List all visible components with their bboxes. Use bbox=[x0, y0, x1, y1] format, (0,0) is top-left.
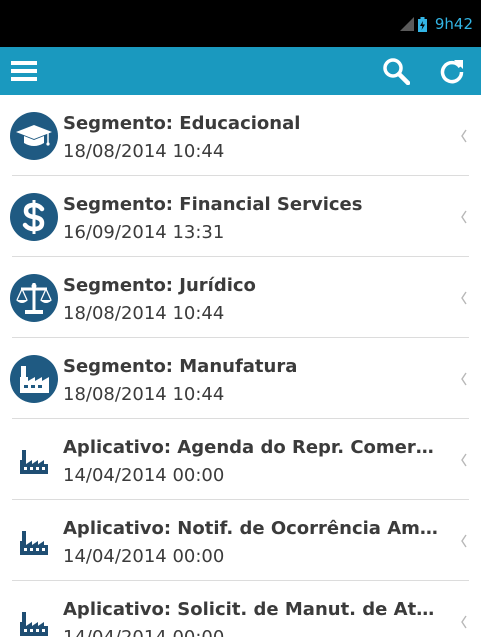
scales-icon bbox=[10, 274, 58, 322]
factory-icon bbox=[10, 355, 58, 403]
battery-icon bbox=[417, 16, 427, 32]
chevron-left-icon bbox=[461, 210, 467, 224]
chevron-left-icon bbox=[461, 129, 467, 143]
chevron-left-icon bbox=[461, 372, 467, 386]
status-icons: 9h42 bbox=[399, 14, 473, 34]
item-date: 14/04/2014 00:00 bbox=[63, 465, 225, 486]
signal-icon bbox=[399, 17, 414, 31]
dollar-icon bbox=[10, 193, 58, 241]
refresh-button[interactable] bbox=[428, 47, 476, 95]
item-date: 18/08/2014 10:44 bbox=[63, 303, 225, 324]
item-title: Segmento: Financial Services bbox=[63, 194, 363, 215]
item-date: 14/04/2014 00:00 bbox=[63, 627, 224, 637]
item-date: 16/09/2014 13:31 bbox=[63, 222, 225, 243]
search-icon bbox=[383, 58, 410, 85]
list-item[interactable]: Aplicativo: Solicit. de Manut. de Ativos… bbox=[0, 581, 481, 637]
menu-icon bbox=[11, 61, 37, 81]
item-date: 18/08/2014 10:44 bbox=[63, 141, 225, 162]
chevron-left-icon bbox=[461, 453, 467, 467]
list-item[interactable]: Segmento: Educacional 18/08/2014 10:44 bbox=[0, 95, 481, 176]
item-title: Segmento: Educacional bbox=[63, 113, 301, 134]
item-title: Segmento: Jurídico bbox=[63, 275, 256, 296]
chevron-left-icon bbox=[461, 291, 467, 305]
item-title: Aplicativo: Notif. de Ocorrência Ambien… bbox=[63, 518, 438, 539]
chevron-left-icon bbox=[461, 534, 467, 548]
status-bar: 9h42 bbox=[0, 0, 481, 47]
factory-icon bbox=[20, 531, 48, 555]
list-item[interactable]: Segmento: Financial Services 16/09/2014 … bbox=[0, 176, 481, 257]
item-title: Segmento: Manufatura bbox=[63, 356, 298, 377]
status-time: 9h42 bbox=[434, 15, 473, 33]
list-item[interactable]: Aplicativo: Agenda do Repr. Comercial 14… bbox=[0, 419, 481, 500]
item-date: 14/04/2014 00:00 bbox=[63, 546, 225, 567]
search-button[interactable] bbox=[372, 47, 420, 95]
item-title: Aplicativo: Solicit. de Manut. de Ativos… bbox=[63, 599, 438, 620]
item-title: Aplicativo: Agenda do Repr. Comercial bbox=[63, 437, 438, 458]
graduation-cap-icon bbox=[10, 112, 58, 160]
factory-icon bbox=[20, 612, 48, 636]
item-date: 18/08/2014 10:44 bbox=[63, 384, 225, 405]
list-item[interactable]: Segmento: Jurídico 18/08/2014 10:44 bbox=[0, 257, 481, 338]
list-item[interactable]: Segmento: Manufatura 18/08/2014 10:44 bbox=[0, 338, 481, 419]
chevron-left-icon bbox=[461, 615, 467, 629]
list-item[interactable]: Aplicativo: Notif. de Ocorrência Ambien…… bbox=[0, 500, 481, 581]
app-bar bbox=[0, 47, 481, 95]
item-list: Segmento: Educacional 18/08/2014 10:44 S… bbox=[0, 95, 481, 637]
menu-button[interactable] bbox=[0, 47, 48, 95]
refresh-icon bbox=[440, 60, 464, 84]
factory-icon bbox=[20, 450, 48, 474]
